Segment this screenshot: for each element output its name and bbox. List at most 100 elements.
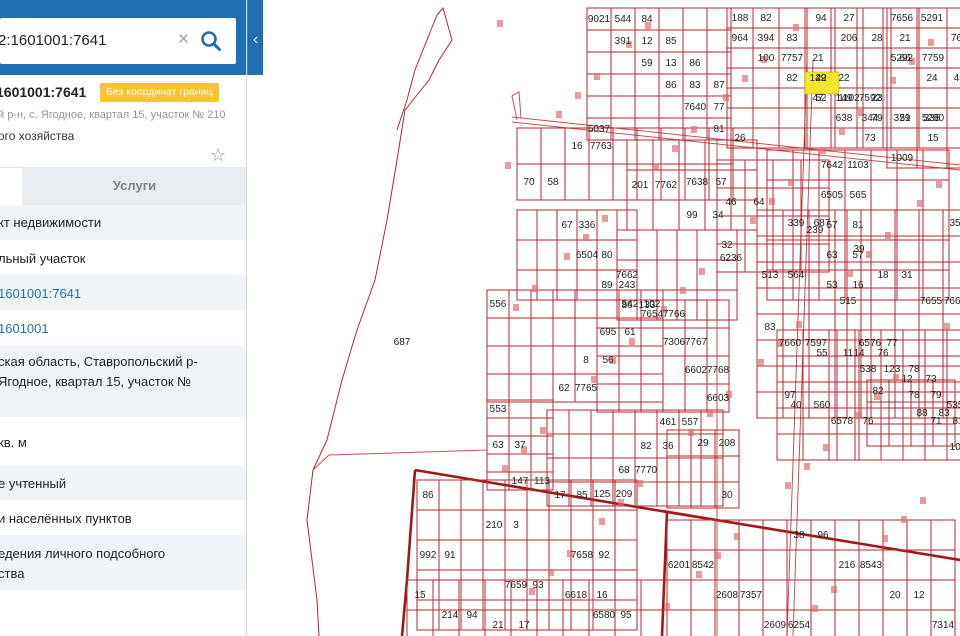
land-plot[interactable] bbox=[564, 163, 590, 201]
land-plot[interactable] bbox=[930, 519, 956, 551]
land-plot[interactable] bbox=[706, 327, 730, 357]
land-plot[interactable] bbox=[656, 229, 678, 261]
land-plot[interactable] bbox=[596, 373, 620, 403]
land-plot[interactable] bbox=[716, 289, 738, 321]
land-plot[interactable] bbox=[548, 509, 572, 541]
land-plot[interactable] bbox=[946, 87, 960, 109]
land-plot[interactable] bbox=[930, 549, 956, 581]
land-plot[interactable] bbox=[416, 599, 440, 631]
land-plot[interactable] bbox=[438, 569, 462, 601]
land-plot[interactable] bbox=[762, 519, 788, 551]
land-plot[interactable] bbox=[696, 229, 718, 261]
land-plot[interactable] bbox=[574, 317, 598, 347]
search-input[interactable]: 2:1601001:7641 × bbox=[0, 18, 236, 64]
land-plot[interactable] bbox=[536, 269, 558, 301]
land-plot[interactable] bbox=[902, 329, 926, 357]
land-plot[interactable] bbox=[486, 373, 510, 403]
land-plot[interactable] bbox=[516, 127, 542, 165]
land-plot[interactable] bbox=[856, 7, 884, 29]
land-plot[interactable] bbox=[916, 87, 948, 109]
land-plot[interactable] bbox=[438, 479, 462, 511]
land-plot[interactable] bbox=[570, 509, 594, 541]
land-plot[interactable] bbox=[596, 383, 620, 413]
land-plot[interactable] bbox=[656, 457, 680, 483]
land-plot[interactable] bbox=[894, 287, 920, 315]
land-plot[interactable] bbox=[890, 127, 920, 149]
land-plot[interactable] bbox=[634, 73, 660, 97]
land-plot[interactable] bbox=[946, 355, 960, 383]
land-plot[interactable] bbox=[706, 299, 730, 329]
land-plot[interactable] bbox=[662, 355, 686, 385]
land-plot[interactable] bbox=[762, 579, 788, 611]
land-plot[interactable] bbox=[634, 409, 658, 435]
land-plot[interactable] bbox=[530, 453, 554, 473]
land-plot[interactable] bbox=[778, 7, 806, 29]
land-plot[interactable] bbox=[516, 239, 538, 271]
land-plot[interactable] bbox=[678, 457, 702, 483]
land-plot[interactable] bbox=[460, 509, 484, 541]
land-plot[interactable] bbox=[546, 409, 570, 435]
land-plot[interactable] bbox=[828, 433, 856, 461]
land-plot[interactable] bbox=[530, 345, 554, 375]
land-plot[interactable] bbox=[890, 87, 920, 109]
map-canvas[interactable]: 9021391598676408196410082476387320666527… bbox=[247, 0, 960, 636]
land-plot[interactable] bbox=[880, 381, 904, 409]
land-plot[interactable] bbox=[486, 471, 510, 491]
land-plot[interactable] bbox=[610, 51, 636, 75]
land-plot[interactable] bbox=[530, 399, 554, 419]
land-plot[interactable] bbox=[614, 539, 638, 571]
land-plot[interactable] bbox=[836, 433, 860, 461]
land-plot[interactable] bbox=[738, 549, 764, 581]
land-plot[interactable] bbox=[508, 373, 532, 403]
land-plot[interactable] bbox=[616, 229, 638, 261]
land-plot[interactable] bbox=[924, 329, 948, 357]
land-plot[interactable] bbox=[858, 579, 884, 611]
land-plot[interactable] bbox=[882, 549, 908, 581]
land-plot[interactable] bbox=[888, 423, 912, 447]
land-plot[interactable] bbox=[636, 127, 662, 165]
land-plot[interactable] bbox=[586, 51, 612, 75]
land-plot[interactable] bbox=[552, 317, 576, 347]
land-plot[interactable] bbox=[678, 139, 706, 171]
land-plot[interactable] bbox=[756, 391, 784, 419]
land-plot[interactable] bbox=[556, 269, 578, 301]
land-plot[interactable] bbox=[700, 481, 724, 507]
land-plot[interactable] bbox=[662, 383, 686, 413]
land-plot[interactable] bbox=[834, 365, 862, 393]
land-plot[interactable] bbox=[526, 599, 550, 631]
cadastral-map[interactable]: 9021 391 59 86 7640 81 964 100 82 47 638 73 206 66 52 7… bbox=[247, 0, 960, 636]
land-plot[interactable] bbox=[776, 407, 804, 435]
land-plot[interactable] bbox=[836, 355, 860, 383]
land-plot[interactable] bbox=[416, 509, 440, 541]
land-plot[interactable] bbox=[836, 381, 860, 409]
land-plot[interactable] bbox=[810, 549, 836, 581]
land-plot[interactable] bbox=[658, 95, 684, 119]
land-plot[interactable] bbox=[618, 373, 642, 403]
land-plot[interactable] bbox=[614, 509, 638, 541]
land-plot[interactable] bbox=[922, 239, 950, 271]
land-plot[interactable] bbox=[636, 229, 658, 261]
land-plot[interactable] bbox=[776, 355, 804, 383]
land-plot[interactable] bbox=[590, 409, 614, 435]
star-icon[interactable]: ☆ bbox=[210, 145, 226, 166]
land-plot[interactable] bbox=[590, 457, 614, 483]
land-plot[interactable] bbox=[916, 147, 948, 169]
land-plot[interactable] bbox=[870, 313, 896, 341]
land-plot[interactable] bbox=[508, 417, 532, 437]
land-plot[interactable] bbox=[458, 579, 486, 611]
land-plot[interactable] bbox=[866, 423, 890, 447]
land-plot[interactable] bbox=[714, 609, 740, 636]
land-plot[interactable] bbox=[834, 579, 860, 611]
land-plot[interactable] bbox=[676, 259, 698, 291]
land-plot[interactable] bbox=[678, 481, 702, 507]
land-plot[interactable] bbox=[432, 579, 460, 611]
land-plot[interactable] bbox=[906, 609, 932, 636]
land-plot[interactable] bbox=[786, 579, 812, 611]
land-plot[interactable] bbox=[810, 609, 836, 636]
land-plot[interactable] bbox=[552, 345, 576, 375]
land-plot[interactable] bbox=[562, 609, 590, 636]
land-plot[interactable] bbox=[690, 579, 716, 611]
land-plot[interactable] bbox=[540, 127, 566, 165]
land-plot[interactable] bbox=[610, 73, 636, 97]
land-plot[interactable] bbox=[858, 433, 882, 461]
